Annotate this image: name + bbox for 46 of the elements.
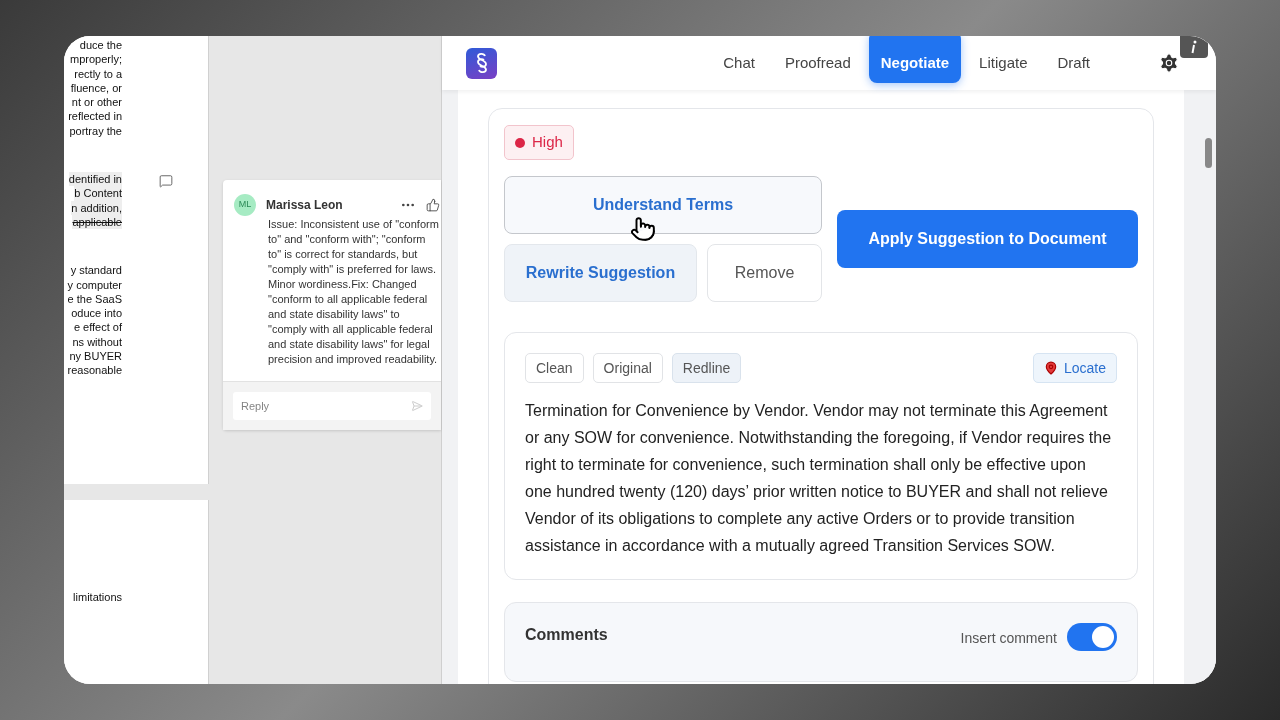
view-toggle[interactable]: Clean [525, 353, 584, 383]
document-line: ny BUYER [69, 349, 122, 364]
document-line: reasonable [67, 363, 122, 378]
document-line: portray the [69, 123, 122, 139]
nav-tab[interactable]: Negotiate [868, 36, 962, 83]
comment-text: Issue: Inconsistent use of "conform to" and "conform with"; "conform to" is correct for standards, but "comply with" is preferred for laws. Minor wordiness.Fix: Changed "conform to all applicable federal and state disability laws" to "comply with all applicable federal and state disability laws" for legal precision and improved readability. [267, 217, 440, 367]
document-line: ns without [72, 334, 122, 350]
nav-tab[interactable]: Proofread [772, 43, 863, 83]
avatar: ML [234, 194, 256, 216]
understand-terms-button[interactable]: Understand Terms [504, 176, 822, 234]
document-line: e the SaaS [67, 291, 122, 307]
document-line: y computer [67, 277, 122, 292]
document-line: limitations [73, 590, 122, 605]
document-line: y standard [70, 263, 122, 278]
locate-button[interactable]: Locate [1032, 353, 1117, 383]
document-line: rectly to a [74, 66, 122, 81]
info-icon[interactable] [1180, 36, 1208, 58]
document-line: duce the [79, 38, 122, 53]
pin-icon [1043, 361, 1058, 375]
document-line: mproperly; [70, 52, 122, 67]
view-toggle[interactable]: Redline [671, 353, 742, 383]
clause-text: Termination for Convenience by Vendor. Vendor may not terminate this Agreement or any SOW for convenience. Notwithstanding the foregoing, if Vendor requires the right to terminate for convenience, such termination shall only be effective upon one hundred twenty (120) days’ prior written notice to BUYER and shall not relieve Vendor of its obligations to complete any active Orders or to provide transition assistance in accordance with a mutually agreed Transition Services SOW. [525, 401, 1113, 556]
document-line: reflected in [68, 109, 122, 124]
document-line: fluence, or [70, 80, 122, 96]
rewrite-suggestion-button[interactable]: Rewrite Suggestion [504, 244, 697, 302]
settings-icon[interactable] [1158, 52, 1180, 74]
app-logo[interactable] [466, 47, 497, 79]
nav-tab[interactable]: Draft [1045, 43, 1102, 83]
thumbs-up-icon[interactable] [426, 198, 440, 212]
insert-comment-switch[interactable] [1067, 623, 1117, 651]
hand-cursor-icon [630, 216, 656, 242]
document-line: nt or other [71, 95, 122, 110]
apply-suggestion-button[interactable]: Apply Suggestion to Document [837, 210, 1138, 268]
comment-icon[interactable] [159, 174, 173, 189]
severity-label: High [532, 132, 563, 153]
document-line: e effect of [73, 320, 122, 335]
comments-title: Comments [525, 625, 609, 645]
view-toggle[interactable]: Original [592, 353, 663, 383]
remove-button[interactable]: Remove [707, 244, 822, 302]
nav-tab[interactable]: Litigate [967, 43, 1040, 83]
scrollbar-thumb[interactable] [1204, 138, 1212, 168]
comment-author: Marissa Leon [266, 197, 344, 214]
reply-field[interactable]: Reply [233, 392, 431, 420]
insert-comment-label: Insert comment [960, 629, 1057, 648]
document-line: oduce into [71, 306, 122, 321]
nav-tab[interactable]: Chat [711, 43, 767, 83]
